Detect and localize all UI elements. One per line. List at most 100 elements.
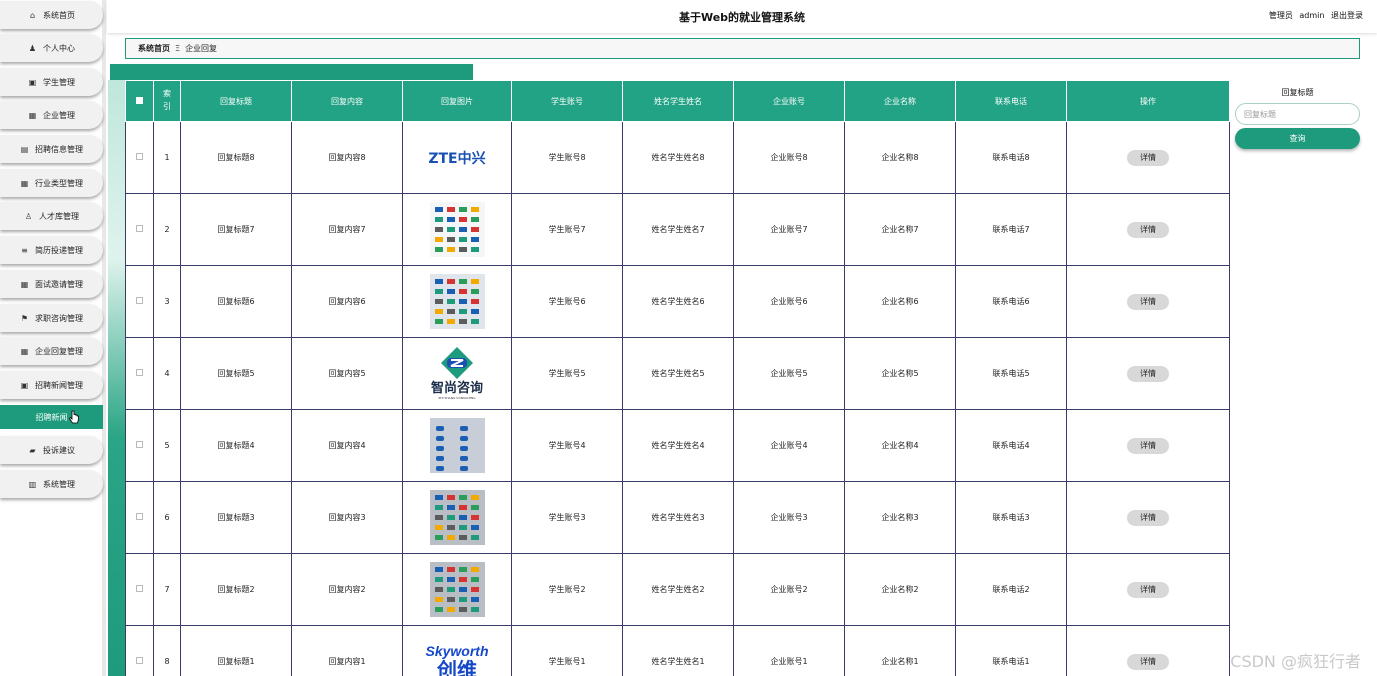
sidebar-item[interactable]: ≡ 简历投递管理 bbox=[0, 236, 103, 264]
sidebar-item[interactable]: ▤ 招聘信息管理 bbox=[0, 135, 103, 163]
select-all-checkbox[interactable] bbox=[136, 96, 143, 104]
decorative-tab bbox=[110, 64, 473, 81]
reply-image-thumbnail[interactable] bbox=[429, 562, 485, 617]
detail-button[interactable]: 详情 bbox=[1127, 149, 1169, 166]
reply-image-thumbnail[interactable] bbox=[429, 418, 485, 473]
row-select-cell bbox=[125, 625, 154, 676]
sidebar-item[interactable]: ▦ 面试邀请管理 bbox=[0, 270, 103, 298]
cell-index: 2 bbox=[153, 193, 181, 266]
row-select-cell bbox=[125, 265, 154, 338]
action-cell: 详情 bbox=[1066, 265, 1230, 338]
sidebar-item-label: 招聘新闻管理 bbox=[35, 380, 83, 390]
cell-company-name: 企业名称5 bbox=[844, 337, 956, 410]
cell-index: 5 bbox=[153, 409, 181, 482]
sidebar-item-label: 人才库管理 bbox=[39, 211, 79, 221]
sidebar-item[interactable]: ▥ 系统管理 bbox=[0, 470, 103, 498]
reply-image-cell: Skyworth 创维 bbox=[402, 625, 512, 676]
cell-title: 回复标题2 bbox=[180, 553, 292, 626]
action-cell: 详情 bbox=[1066, 553, 1230, 626]
detail-button[interactable]: 详情 bbox=[1127, 437, 1169, 454]
action-cell: 详情 bbox=[1066, 193, 1230, 266]
list-icon: ≡ bbox=[21, 245, 28, 255]
box-icon: ▣ bbox=[20, 380, 29, 390]
sidebar-item[interactable]: ⚑ 求职咨询管理 bbox=[0, 304, 103, 332]
cell-content: 回复内容2 bbox=[291, 553, 403, 626]
detail-button[interactable]: 详情 bbox=[1127, 509, 1169, 526]
watermark: CSDN @疯狂行者 bbox=[1230, 652, 1361, 671]
cell-content: 回复内容3 bbox=[291, 481, 403, 554]
reply-image-thumbnail[interactable] bbox=[429, 274, 485, 329]
skyworth-logo: Skyworth 创维 bbox=[425, 642, 489, 676]
table-header-row: 索引 回复标题 回复内容 回复图片 学生账号 姓名学生姓名 企业账号 企业名称 联系电话 操作 bbox=[125, 80, 1230, 122]
search-button[interactable]: 查询 bbox=[1235, 128, 1360, 149]
sidebar-item[interactable]: ▦ 行业类型管理 bbox=[0, 169, 103, 197]
cell-index: 8 bbox=[153, 625, 181, 676]
cell-content: 回复内容4 bbox=[291, 409, 403, 482]
reply-image-cell bbox=[402, 265, 512, 338]
row-checkbox[interactable] bbox=[136, 585, 143, 592]
column-header: 企业名称 bbox=[844, 80, 956, 122]
detail-button[interactable]: 详情 bbox=[1127, 221, 1169, 238]
row-checkbox[interactable] bbox=[136, 441, 143, 448]
table-row: 2 回复标题7 回复内容7 学生账号7 姓名学生姓名7 企业账号7 企业名称7 联系电话7 详情 bbox=[125, 193, 1230, 266]
row-checkbox[interactable] bbox=[136, 657, 143, 664]
breadcrumb-home[interactable]: 系统首页 bbox=[138, 43, 170, 54]
chat-icon: ▰ bbox=[29, 445, 36, 455]
row-checkbox[interactable] bbox=[136, 513, 143, 520]
action-cell: 详情 bbox=[1066, 409, 1230, 482]
detail-button[interactable]: 详情 bbox=[1127, 365, 1169, 382]
cell-title: 回复标题7 bbox=[180, 193, 292, 266]
zhishang-mark-icon bbox=[441, 347, 473, 379]
sidebar-item[interactable]: ▦ 企业回复管理 bbox=[0, 337, 103, 365]
cell-title: 回复标题8 bbox=[180, 121, 292, 194]
reply-image-cell: 智尚咨询 ZHI SHANG CONSULTING bbox=[402, 337, 512, 410]
grid-icon: ▦ bbox=[20, 346, 29, 356]
reply-image-thumbnail[interactable] bbox=[429, 202, 485, 257]
sidebar-item[interactable]: 招聘新闻 bbox=[0, 405, 103, 429]
cell-student-name: 姓名学生姓名1 bbox=[622, 625, 734, 676]
cell-company-account: 企业账号3 bbox=[733, 481, 845, 554]
sidebar-item[interactable]: ▣ 招聘新闻管理 bbox=[0, 371, 103, 399]
detail-button[interactable]: 详情 bbox=[1127, 293, 1169, 310]
row-checkbox[interactable] bbox=[136, 369, 143, 376]
table-row: 1 回复标题8 回复内容8 ZTE中兴 学生账号8 姓名学生姓名8 企业账号8 企业名称8 联系… bbox=[125, 121, 1230, 194]
top-header: 基于Web的就业管理系统 管理员 admin 退出登录 bbox=[107, 0, 1377, 33]
cell-phone: 联系电话7 bbox=[955, 193, 1067, 266]
cell-index: 1 bbox=[153, 121, 181, 194]
sidebar-item[interactable]: ▰ 投诉建议 bbox=[0, 436, 103, 464]
cell-student-account: 学生账号4 bbox=[511, 409, 623, 482]
row-checkbox[interactable] bbox=[136, 153, 143, 160]
action-cell: 详情 bbox=[1066, 481, 1230, 554]
cell-company-name: 企业名称6 bbox=[844, 265, 956, 338]
cell-student-account: 学生账号8 bbox=[511, 121, 623, 194]
reply-image-thumbnail[interactable] bbox=[429, 490, 485, 545]
cell-phone: 联系电话8 bbox=[955, 121, 1067, 194]
sidebar-item-label: 招聘新闻 bbox=[35, 412, 68, 422]
sidebar-item[interactable]: ▦ 企业管理 bbox=[0, 101, 103, 129]
column-header: 回复标题 bbox=[180, 80, 292, 122]
cell-company-name: 企业名称1 bbox=[844, 625, 956, 676]
detail-button[interactable]: 详情 bbox=[1127, 581, 1169, 598]
sidebar-item[interactable]: ⌂ 系统首页 bbox=[0, 1, 103, 29]
logout-link[interactable]: 退出登录 bbox=[1331, 11, 1363, 20]
table-row: 3 回复标题6 回复内容6 学生账号6 姓名学生姓名6 企业账号6 企业名称6 联系电话6 详情 bbox=[125, 265, 1230, 338]
detail-button[interactable]: 详情 bbox=[1127, 653, 1169, 670]
sidebar-item[interactable]: ♙ 人才库管理 bbox=[0, 202, 103, 230]
cell-content: 回复内容7 bbox=[291, 193, 403, 266]
sidebar-item-label: 求职咨询管理 bbox=[35, 313, 83, 323]
row-select-cell bbox=[125, 121, 154, 194]
user-role: 管理员 bbox=[1268, 11, 1293, 20]
sidebar: ⌂ 系统首页 ♟ 个人中心 ▣ 学生管理 ▦ 企业管理 ▤ 招聘信息管理 ▦ 行业类型管理 ♙ 人才库管理… bbox=[0, 0, 106, 676]
cell-student-name: 姓名学生姓名4 bbox=[622, 409, 734, 482]
breadcrumb-separator-icon: Ξ bbox=[175, 44, 181, 53]
sidebar-item-label: 面试邀请管理 bbox=[35, 279, 83, 289]
sidebar-item-label: 个人中心 bbox=[43, 43, 75, 53]
breadcrumb-current: 企业回复 bbox=[185, 44, 218, 53]
table-row: 6 回复标题3 回复内容3 学生账号3 姓名学生姓名3 企业账号3 企业名称3 联系电话3 详情 bbox=[125, 481, 1230, 554]
row-checkbox[interactable] bbox=[136, 297, 143, 304]
search-input[interactable] bbox=[1235, 103, 1360, 125]
sidebar-item[interactable]: ♟ 个人中心 bbox=[0, 34, 103, 62]
row-checkbox[interactable] bbox=[136, 225, 143, 232]
sidebar-item[interactable]: ▣ 学生管理 bbox=[0, 68, 103, 96]
sidebar-item-label: 简历投递管理 bbox=[35, 245, 83, 255]
